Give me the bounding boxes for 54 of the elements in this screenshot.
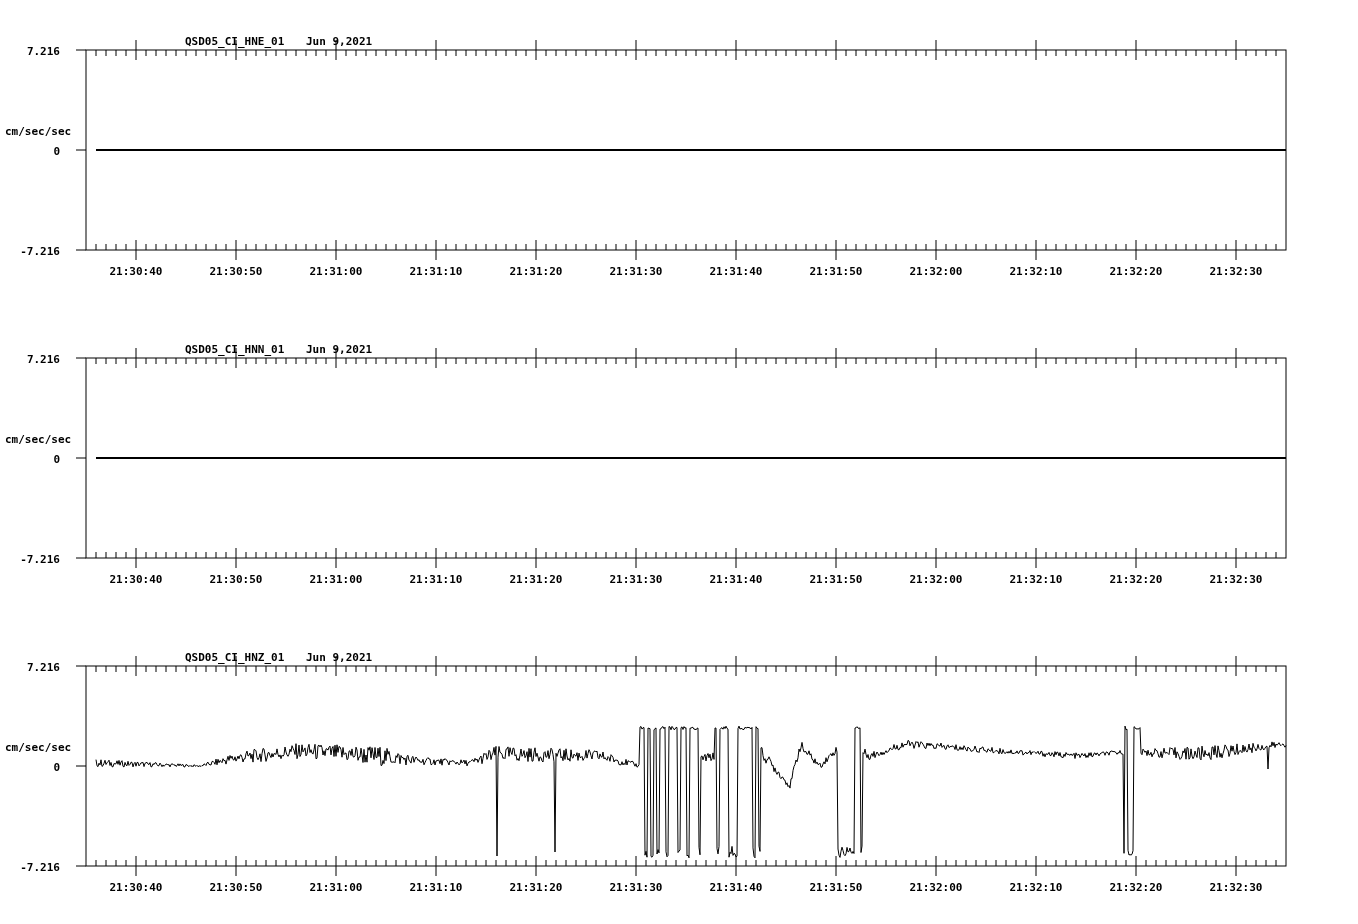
y-max-label: 7.216: [26, 353, 60, 366]
time-tick-label: 21:32:30: [1209, 265, 1263, 278]
time-tick-label: 21:30:50: [209, 881, 263, 894]
time-tick-label: 21:31:50: [809, 881, 863, 894]
y-unit-label: cm/sec/sec: [5, 433, 72, 446]
time-tick-label: 21:32:10: [1009, 265, 1063, 278]
time-tick-label: 21:31:10: [409, 881, 463, 894]
time-tick-label: 21:32:10: [1009, 573, 1063, 586]
y-max-label: 7.216: [26, 661, 60, 674]
time-tick-label: 21:30:40: [109, 573, 163, 586]
station-label: QSD05_CI_HNE_01: [185, 35, 285, 48]
time-tick-label: 21:31:50: [809, 265, 863, 278]
time-tick-label: 21:30:50: [209, 265, 263, 278]
time-tick-label: 21:32:10: [1009, 881, 1063, 894]
time-tick-label: 21:32:00: [909, 881, 963, 894]
time-tick-label: 21:32:20: [1109, 573, 1163, 586]
time-tick-label: 21:30:50: [209, 573, 263, 586]
time-tick-label: 21:31:40: [709, 265, 763, 278]
time-tick-label: 21:31:00: [309, 881, 363, 894]
time-tick-label: 21:32:30: [1209, 881, 1263, 894]
time-tick-label: 21:31:10: [409, 265, 463, 278]
time-tick-label: 21:32:20: [1109, 265, 1163, 278]
time-tick-label: 21:31:00: [309, 265, 363, 278]
time-tick-label: 21:32:00: [909, 573, 963, 586]
y-zero-label: 0: [53, 761, 60, 774]
time-tick-label: 21:31:50: [809, 573, 863, 586]
time-tick-label: 21:31:00: [309, 573, 363, 586]
y-min-label: -7.216: [20, 245, 60, 258]
time-tick-label: 21:31:10: [409, 573, 463, 586]
date-label: Jun 9,2021: [306, 343, 373, 356]
station-label: QSD05_CI_HNZ_01: [185, 651, 285, 664]
station-label: QSD05_CI_HNN_01: [185, 343, 285, 356]
time-tick-label: 21:30:40: [109, 265, 163, 278]
time-tick-label: 21:30:40: [109, 881, 163, 894]
y-unit-label: cm/sec/sec: [5, 741, 72, 754]
y-max-label: 7.216: [26, 45, 60, 58]
y-zero-label: 0: [53, 145, 60, 158]
y-zero-label: 0: [53, 453, 60, 466]
time-tick-label: 21:31:30: [609, 573, 663, 586]
time-tick-label: 21:32:00: [909, 265, 963, 278]
time-tick-label: 21:32:20: [1109, 881, 1163, 894]
time-tick-label: 21:31:30: [609, 881, 663, 894]
time-tick-label: 21:31:20: [509, 881, 563, 894]
time-tick-label: 21:31:30: [609, 265, 663, 278]
time-tick-label: 21:31:40: [709, 573, 763, 586]
date-label: Jun 9,2021: [306, 35, 373, 48]
time-tick-label: 21:31:40: [709, 881, 763, 894]
y-min-label: -7.216: [20, 861, 60, 874]
time-tick-label: 21:32:30: [1209, 573, 1263, 586]
y-unit-label: cm/sec/sec: [5, 125, 72, 138]
y-min-label: -7.216: [20, 553, 60, 566]
time-tick-label: 21:31:20: [509, 265, 563, 278]
time-tick-label: 21:31:20: [509, 573, 563, 586]
date-label: Jun 9,2021: [306, 651, 373, 664]
